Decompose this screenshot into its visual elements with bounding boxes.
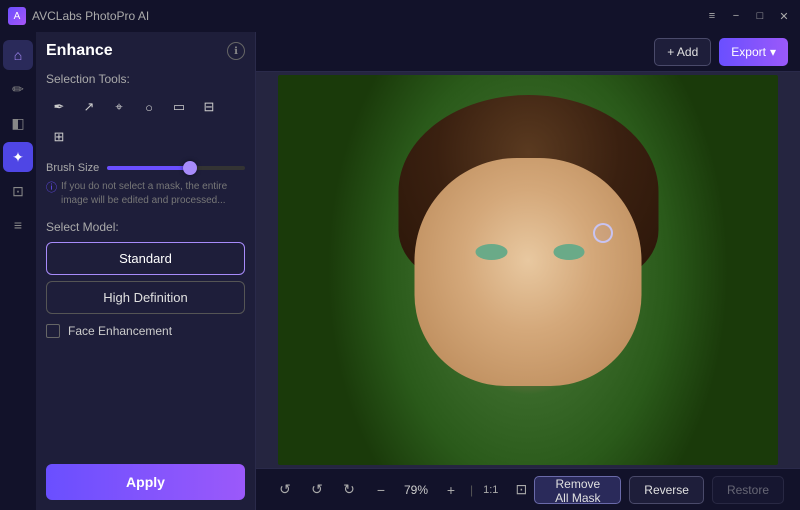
minimize-btn[interactable]: − <box>728 8 744 24</box>
minus-select-btn[interactable]: ⊟ <box>196 94 222 120</box>
zoom-in-btn[interactable]: + <box>438 477 464 503</box>
zoom-controls: ↺ ↺ ↻ − 79% + | 1:1 ⊡ <box>272 477 534 503</box>
circle-tool-btn[interactable]: ○ <box>136 94 162 120</box>
bottom-toolbar: ↺ ↺ ↻ − 79% + | 1:1 ⊡ Remove All Mask Re… <box>256 468 800 510</box>
window-controls: ≡ − □ ✕ <box>704 8 792 24</box>
reset-view-btn[interactable]: ↺ <box>272 477 298 503</box>
brush-track-fill <box>107 166 190 170</box>
face-enhancement-label: Face Enhancement <box>68 324 172 338</box>
redo-btn[interactable]: ↻ <box>336 477 362 503</box>
sidebar-title: Enhance <box>46 42 113 60</box>
zoom-percent: 79% <box>400 483 432 497</box>
zoom-out-btn[interactable]: − <box>368 477 394 503</box>
hint-icon: ⓘ <box>46 181 57 196</box>
apply-button[interactable]: Apply <box>46 464 245 500</box>
sidebar: Enhance ℹ Selection Tools: ✒ ↗ ⌖ ○ ▭ ⊟ ⊞… <box>36 32 256 510</box>
selection-tools: ✒ ↗ ⌖ ○ ▭ ⊟ ⊞ <box>46 94 245 150</box>
skin-face <box>414 158 642 386</box>
image-frame <box>278 75 778 465</box>
standard-model-btn[interactable]: Standard <box>46 242 245 275</box>
eye-left <box>476 244 508 260</box>
image-area[interactable] <box>256 72 800 468</box>
restore-btn[interactable]: Restore <box>712 476 784 504</box>
rect-select-btn[interactable]: ▭ <box>166 94 192 120</box>
main-layout: ⌂ ✏ ◧ ✦ ⊡ ≡ Enhance ℹ Selection Tools: ✒… <box>0 32 800 510</box>
brush-size-row: Brush Size <box>46 162 245 174</box>
nav-brush[interactable]: ✏ <box>3 74 33 104</box>
export-button[interactable]: Export ▾ <box>719 38 788 66</box>
brush-size-label: Brush Size <box>46 162 99 174</box>
reverse-btn[interactable]: Reverse <box>629 476 704 504</box>
sidebar-header: Enhance ℹ <box>46 42 245 60</box>
face-enhancement-checkbox[interactable] <box>46 324 60 338</box>
undo-btn[interactable]: ↺ <box>304 477 330 503</box>
portrait-background <box>278 75 778 465</box>
titlebar-left: A AVCLabs PhotoPro AI <box>8 7 149 25</box>
add-button[interactable]: + Add <box>654 38 711 66</box>
brush-thumb[interactable] <box>183 161 197 175</box>
nav-adjust[interactable]: ⊡ <box>3 176 33 206</box>
nav-enhance[interactable]: ✦ <box>3 142 33 172</box>
select-model-label: Select Model: <box>46 220 245 234</box>
face-layer <box>366 95 691 446</box>
ratio-btn[interactable]: 1:1 <box>479 477 502 503</box>
lasso-tool-btn[interactable]: ⌖ <box>106 94 132 120</box>
app-title: AVCLabs PhotoPro AI <box>32 9 149 23</box>
remove-all-mask-btn[interactable]: Remove All Mask <box>534 476 621 504</box>
menu-btn[interactable]: ≡ <box>704 8 720 24</box>
pen-tool-btn[interactable]: ✒ <box>46 94 72 120</box>
high-definition-model-btn[interactable]: High Definition <box>46 281 245 314</box>
face-enhancement-row: Face Enhancement <box>46 324 245 338</box>
zoom-separator: | <box>470 483 473 497</box>
export-chevron-icon: ▾ <box>770 45 776 59</box>
info-icon[interactable]: ℹ <box>227 42 245 60</box>
brush-slider[interactable] <box>107 166 245 170</box>
nav-icons: ⌂ ✏ ◧ ✦ ⊡ ≡ <box>0 32 36 510</box>
arrow-tool-btn[interactable]: ↗ <box>76 94 102 120</box>
plus-select-btn[interactable]: ⊞ <box>46 124 72 150</box>
bottom-actions: Remove All Mask Reverse Restore <box>534 476 784 504</box>
photo-canvas[interactable] <box>278 75 778 465</box>
eye-right <box>553 244 585 260</box>
content-area: + Add Export ▾ <box>256 32 800 510</box>
top-bar: + Add Export ▾ <box>256 32 800 72</box>
nav-home[interactable]: ⌂ <box>3 40 33 70</box>
titlebar: A AVCLabs PhotoPro AI ≡ − □ ✕ <box>0 0 800 32</box>
selection-tools-label: Selection Tools: <box>46 72 245 86</box>
hint-text: ⓘ If you do not select a mask, the entir… <box>46 180 245 208</box>
nav-layers[interactable]: ◧ <box>3 108 33 138</box>
fit-btn[interactable]: ⊡ <box>508 477 534 503</box>
close-btn[interactable]: ✕ <box>776 8 792 24</box>
maximize-btn[interactable]: □ <box>752 8 768 24</box>
nav-sliders[interactable]: ≡ <box>3 210 33 240</box>
app-icon: A <box>8 7 26 25</box>
